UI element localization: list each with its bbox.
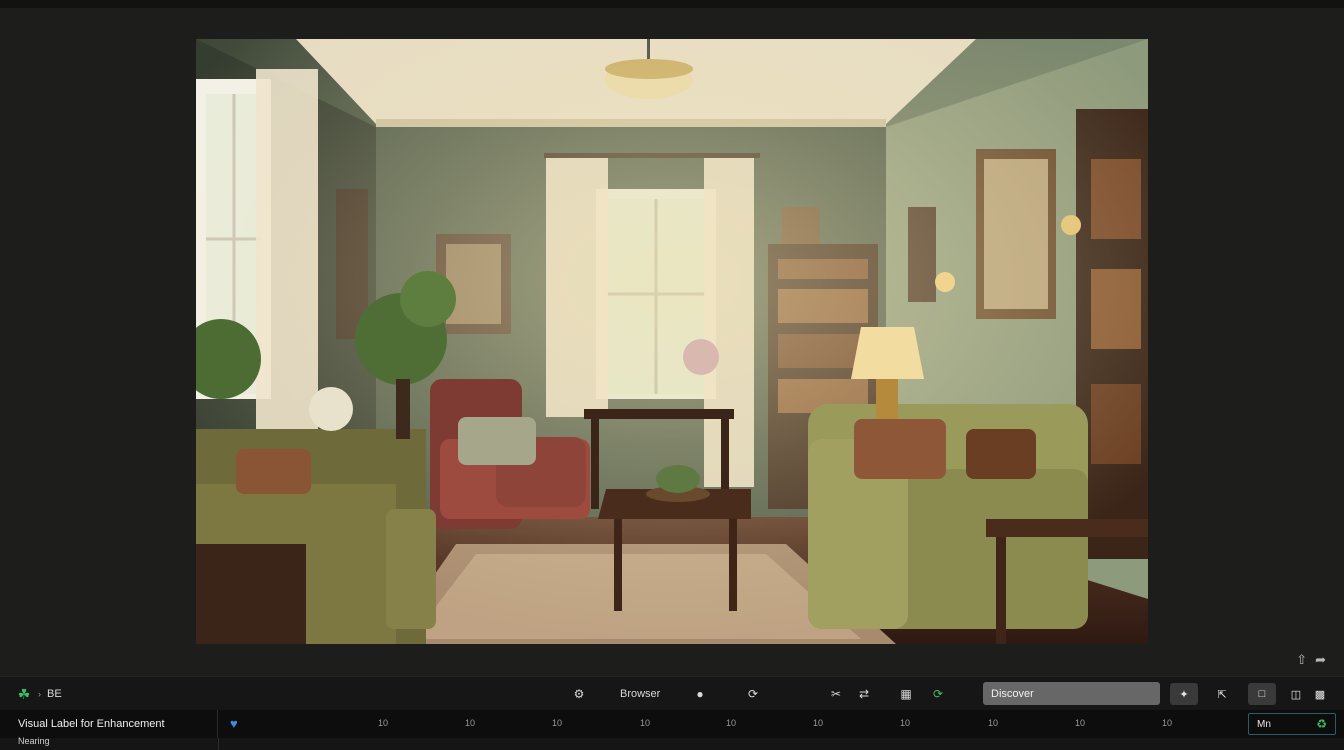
- crop-icon: ✂: [830, 687, 842, 701]
- expand-button[interactable]: ⇱: [1208, 683, 1236, 705]
- settings-button[interactable]: ⚙: [571, 677, 587, 711]
- timeline-tick: 10: [640, 718, 651, 728]
- timeline-tick: 10: [378, 718, 389, 728]
- brand-label: BE: [47, 688, 62, 700]
- upload-icon[interactable]: ⇧: [1296, 652, 1307, 668]
- recycle-button[interactable]: ⟳: [930, 677, 946, 711]
- timeline-track: Visual Label for Enhancement ♥ 10 10 10 …: [0, 710, 1344, 738]
- timeline-tick: 10: [813, 718, 824, 728]
- grid-icon: ▦: [900, 687, 912, 701]
- corner-icons: ⇧ ➦: [1296, 652, 1326, 668]
- refresh-icon: ⟳: [747, 687, 759, 701]
- expand-icon: ⇱: [1217, 688, 1227, 701]
- bottom-label: Nearing: [18, 736, 50, 746]
- link-button[interactable]: ⇄: [856, 677, 872, 711]
- recycle-icon: ⟳: [932, 687, 944, 701]
- timeline-tick: 10: [552, 718, 563, 728]
- timeline-tick: 10: [900, 718, 911, 728]
- browser-label[interactable]: Browser: [620, 677, 660, 711]
- timeline-tick: 10: [1162, 718, 1173, 728]
- timeline-tick: 10: [465, 718, 476, 728]
- leaf-icon: ☘: [17, 685, 31, 702]
- bottom-row: Nearing: [0, 736, 1344, 750]
- search-input[interactable]: Discover: [983, 682, 1160, 705]
- grid-button[interactable]: ▦: [898, 677, 914, 711]
- status-box[interactable]: Mn ♻: [1248, 713, 1336, 735]
- pin-icon: ✦: [1179, 688, 1189, 701]
- gear-icon: ⚙: [573, 687, 585, 701]
- crop-button[interactable]: ✂: [828, 677, 844, 711]
- app-brand[interactable]: ☘ › BE: [16, 677, 62, 711]
- record-button[interactable]: ●: [692, 677, 708, 711]
- monitor-icon: ◫: [1290, 688, 1302, 701]
- heart-icon[interactable]: ♥: [230, 716, 238, 731]
- link-icon: ⇄: [858, 687, 870, 701]
- square-icon: □: [1258, 688, 1266, 700]
- timeline-tick: 10: [726, 718, 737, 728]
- share-icon[interactable]: ➦: [1315, 652, 1326, 668]
- square-button[interactable]: □: [1248, 683, 1276, 705]
- living-room-image: [196, 39, 1148, 644]
- pin-button[interactable]: ✦: [1170, 683, 1198, 705]
- image-preview[interactable]: [196, 39, 1148, 644]
- status-label: Mn: [1257, 718, 1271, 730]
- bottom-toolbar: ☘ › BE ⚙ Browser ● ⟳ ✂ ⇄ ▦ ⟳ Discover ✦ …: [0, 676, 1344, 711]
- window-icon: ▩: [1314, 688, 1326, 701]
- record-icon: ●: [696, 687, 704, 701]
- top-strip: [0, 0, 1344, 8]
- refresh-button[interactable]: ⟳: [745, 677, 761, 711]
- divider: [218, 738, 219, 750]
- track-title[interactable]: Visual Label for Enhancement: [0, 710, 218, 738]
- separator: ›: [38, 689, 41, 699]
- recycle-status-icon: ♻: [1316, 717, 1327, 731]
- timeline-tick: 10: [988, 718, 999, 728]
- window-button[interactable]: ▩: [1306, 683, 1334, 705]
- timeline-tick: 10: [1075, 718, 1086, 728]
